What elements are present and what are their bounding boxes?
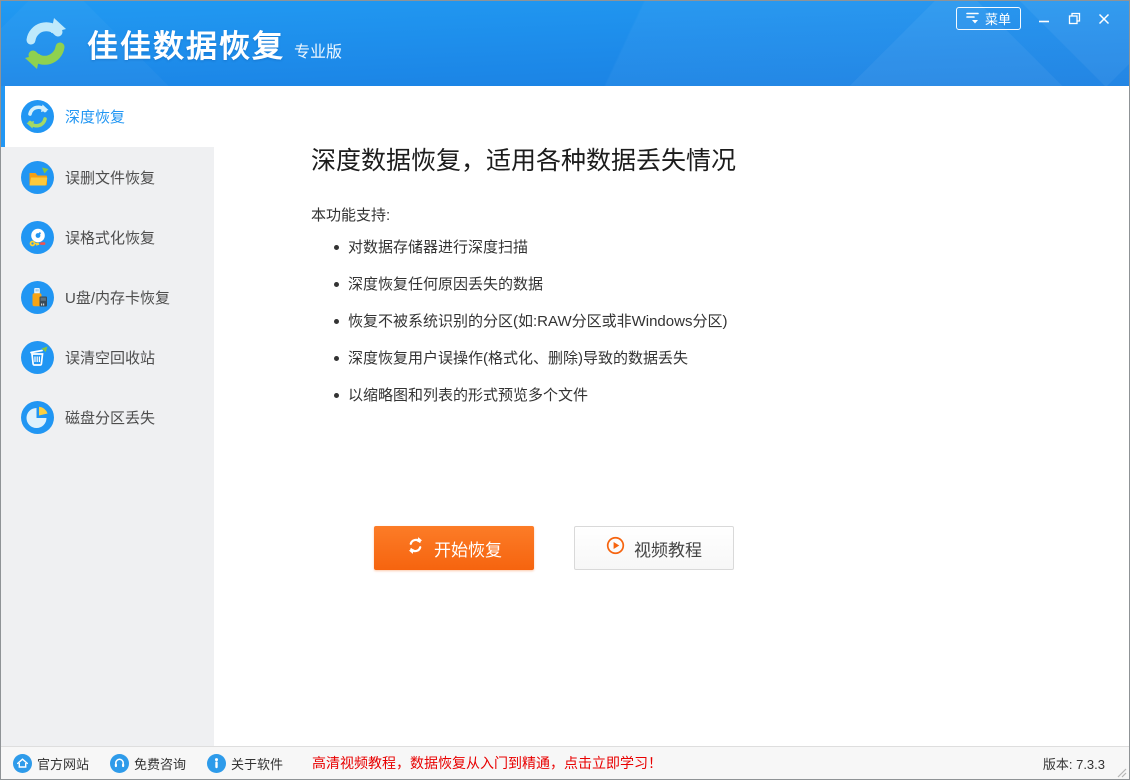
feature-list: 对数据存储器进行深度扫描 深度恢复任何原因丢失的数据 恢复不被系统识别的分区(如… <box>334 229 727 414</box>
menu-button[interactable]: 菜单 <box>956 7 1021 30</box>
version-label: 版本: 7.3.3 <box>1043 754 1105 773</box>
app-title-group: 佳佳数据恢复 专业版 <box>87 1 342 86</box>
about-software-link[interactable]: 关于软件 <box>207 754 283 773</box>
sidebar-item-format-recovery[interactable]: 误格式化恢复 <box>1 207 214 267</box>
maximize-button[interactable] <box>1059 7 1089 30</box>
page-title: 深度数据恢复，适用各种数据丢失情况 <box>311 141 736 177</box>
free-consult-link[interactable]: 免费咨询 <box>110 754 186 773</box>
deleted-file-recovery-icon <box>21 161 54 194</box>
app-window: 佳佳数据恢复 专业版 菜单 <box>0 0 1130 780</box>
resize-grip[interactable] <box>1115 765 1127 777</box>
official-website-link[interactable]: 官方网站 <box>13 754 89 773</box>
free-consult-label: 免费咨询 <box>134 754 186 773</box>
sidebar-item-label: 误格式化恢复 <box>65 227 155 248</box>
sidebar: 深度恢复 误删文件恢复 <box>1 86 214 746</box>
minimize-button[interactable] <box>1029 7 1059 30</box>
titlebar: 佳佳数据恢复 专业版 菜单 <box>1 1 1129 86</box>
home-icon <box>13 754 32 773</box>
sidebar-item-label: 深度恢复 <box>65 106 125 127</box>
deep-recovery-icon <box>21 100 54 133</box>
consult-icon <box>110 754 129 773</box>
close-button[interactable] <box>1089 7 1119 30</box>
usb-card-recovery-icon <box>21 281 54 314</box>
start-recovery-button[interactable]: 开始恢复 <box>374 526 534 570</box>
menu-button-label: 菜单 <box>985 9 1011 28</box>
sidebar-item-recycle-bin-recovery[interactable]: 误清空回收站 <box>1 327 214 387</box>
recycle-bin-recovery-icon <box>21 341 54 374</box>
app-edition-badge: 专业版 <box>294 38 342 62</box>
about-icon <box>207 754 226 773</box>
window-buttons <box>1029 7 1119 30</box>
play-icon <box>606 536 625 560</box>
sidebar-item-partition-loss[interactable]: 磁盘分区丢失 <box>1 387 214 447</box>
sidebar-item-usb-card-recovery[interactable]: U盘/内存卡恢复 <box>1 267 214 327</box>
sidebar-item-deleted-file-recovery[interactable]: 误删文件恢复 <box>1 147 214 207</box>
video-tutorial-label: 视频教程 <box>634 536 702 561</box>
feature-item: 深度恢复用户误操作(格式化、删除)导致的数据丢失 <box>334 340 727 377</box>
menu-icon <box>966 11 980 27</box>
feature-item: 对数据存储器进行深度扫描 <box>334 229 727 266</box>
official-website-label: 官方网站 <box>37 754 89 773</box>
format-recovery-icon <box>21 221 54 254</box>
action-buttons: 开始恢复 视频教程 <box>374 526 734 570</box>
feature-item: 以缩略图和列表的形式预览多个文件 <box>334 377 727 414</box>
partition-loss-icon <box>21 401 54 434</box>
about-software-label: 关于软件 <box>231 754 283 773</box>
sidebar-item-label: 磁盘分区丢失 <box>65 407 155 428</box>
video-tutorial-button[interactable]: 视频教程 <box>574 526 734 570</box>
statusbar: 官方网站 免费咨询 关于软件 高清视频教程，数据恢复从入门到精通，点击立即 <box>1 746 1129 779</box>
promo-link[interactable]: 高清视频教程，数据恢复从入门到精通，点击立即学习！ <box>312 753 662 773</box>
sidebar-item-label: U盘/内存卡恢复 <box>65 287 170 308</box>
app-title: 佳佳数据恢复 <box>87 21 285 66</box>
start-recovery-label: 开始恢复 <box>434 536 502 561</box>
feature-item: 恢复不被系统识别的分区(如:RAW分区或非Windows分区) <box>334 303 727 340</box>
support-heading: 本功能支持: <box>311 204 390 225</box>
main-content: 深度数据恢复，适用各种数据丢失情况 本功能支持: 对数据存储器进行深度扫描 深度… <box>214 86 1129 746</box>
refresh-icon <box>406 536 425 560</box>
titlebar-controls: 菜单 <box>956 7 1119 30</box>
sidebar-item-label: 误清空回收站 <box>65 347 155 368</box>
app-logo-icon <box>18 16 73 71</box>
sidebar-item-deep-recovery[interactable]: 深度恢复 <box>1 86 214 147</box>
feature-item: 深度恢复任何原因丢失的数据 <box>334 266 727 303</box>
sidebar-item-label: 误删文件恢复 <box>65 167 155 188</box>
